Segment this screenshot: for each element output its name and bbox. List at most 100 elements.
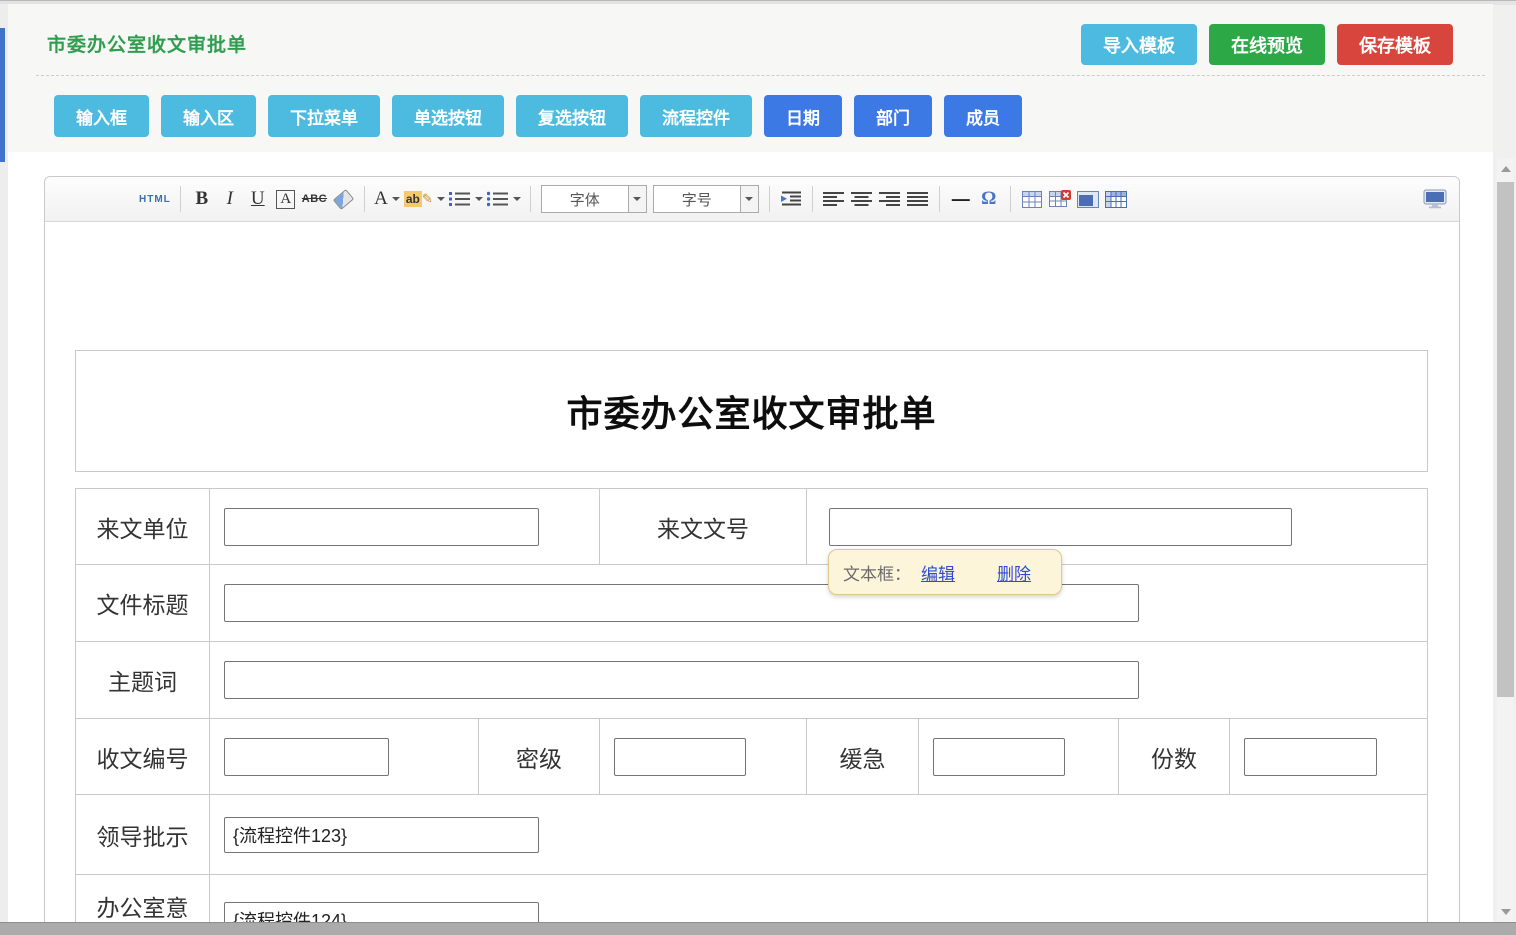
align-center-button[interactable] — [850, 185, 874, 213]
unordered-list-button[interactable] — [487, 185, 521, 213]
import-template-button[interactable]: 导入模板 — [1081, 24, 1197, 65]
save-template-button[interactable]: 保存模板 — [1337, 24, 1453, 65]
table-cell — [209, 719, 478, 794]
align-left-icon — [823, 191, 845, 207]
ordered-list-icon — [449, 191, 471, 207]
incoming-doc-number-label: 来文文号 — [599, 489, 806, 564]
table-icon — [1022, 191, 1042, 208]
widget-date-button[interactable]: 日期 — [764, 95, 842, 137]
table-cell-icon — [1077, 191, 1099, 208]
align-justify-button[interactable] — [906, 185, 930, 213]
table-cell-properties-button[interactable] — [1076, 185, 1100, 213]
boxed-a-button[interactable]: A — [274, 185, 298, 213]
table-row: 收文编号 密级 缓急 份数 — [76, 718, 1427, 794]
urgency-input[interactable] — [933, 738, 1065, 776]
security-level-input[interactable] — [614, 738, 746, 776]
header: 市委办公室收文审批单 导入模板 在线预览 保存模板 输入框 输入区 下拉菜单 单… — [8, 4, 1493, 152]
ordered-list-button[interactable] — [449, 185, 483, 213]
edit-link[interactable]: 编辑 — [921, 560, 955, 585]
window-bottom-bar — [0, 922, 1516, 935]
align-center-icon — [851, 191, 873, 207]
table-cell — [1229, 719, 1425, 794]
scrollbar-thumb[interactable] — [1497, 182, 1514, 697]
highlight-color-button[interactable]: ab✎ — [404, 185, 445, 213]
main-panel: HTML B I U A ABC A ab✎ — [8, 152, 1493, 922]
font-family-select[interactable]: 字体 — [541, 185, 647, 213]
toolbar-separator — [812, 186, 813, 212]
underline-button[interactable]: U — [246, 185, 270, 213]
table-row: 来文单位 来文文号 — [76, 489, 1427, 564]
table-cell — [209, 642, 1425, 718]
vertical-scrollbar[interactable] — [1497, 158, 1514, 922]
incoming-unit-input[interactable] — [224, 508, 539, 546]
pencil-icon: ✎ — [422, 191, 433, 207]
strikethrough-button[interactable]: ABC — [302, 185, 327, 213]
background-window-sliver — [0, 28, 5, 162]
toolbar-separator — [180, 186, 181, 212]
font-family-arrow-button[interactable] — [628, 186, 646, 212]
align-right-button[interactable] — [878, 185, 902, 213]
table-row: 领导批示 — [76, 794, 1427, 874]
chevron-down-icon — [745, 197, 753, 201]
online-preview-button[interactable]: 在线预览 — [1209, 24, 1325, 65]
widget-input-box-button[interactable]: 输入框 — [54, 95, 149, 137]
align-justify-icon — [907, 191, 929, 207]
highlight-icon: ab — [404, 191, 422, 207]
scrollbar-up-button[interactable] — [1497, 160, 1514, 177]
header-actions: 导入模板 在线预览 保存模板 — [1081, 24, 1453, 65]
arrow-down-icon — [1501, 909, 1511, 915]
font-size-select[interactable]: 字号 — [653, 185, 759, 213]
chevron-down-icon — [513, 197, 521, 201]
leader-instructions-input[interactable] — [224, 817, 539, 853]
special-char-button[interactable]: Ω — [977, 185, 1001, 213]
copies-input[interactable] — [1244, 738, 1377, 776]
widget-member-button[interactable]: 成员 — [944, 95, 1022, 137]
widget-radio-button[interactable]: 单选按钮 — [392, 95, 504, 137]
table-delete-icon — [1049, 190, 1071, 208]
toolbar-separator — [530, 186, 531, 212]
receipt-number-label: 收文编号 — [76, 719, 209, 794]
app-window: 市委办公室收文审批单 导入模板 在线预览 保存模板 输入框 输入区 下拉菜单 单… — [0, 0, 1516, 935]
monitor-icon — [1423, 189, 1447, 209]
dashed-separator — [36, 75, 1485, 76]
form-table: 来文单位 来文文号 文件标题 — [75, 488, 1428, 935]
font-color-button[interactable]: A — [374, 185, 400, 213]
font-size-value: 字号 — [654, 186, 740, 212]
indent-button[interactable] — [779, 185, 803, 213]
delete-table-button[interactable] — [1048, 185, 1072, 213]
widget-toolbar: 输入框 输入区 下拉菜单 单选按钮 复选按钮 流程控件 日期 部门 成员 — [54, 95, 1022, 137]
document-title: 市委办公室收文审批单 — [566, 385, 936, 437]
subject-words-label: 主题词 — [76, 642, 209, 718]
chevron-down-icon — [437, 197, 445, 201]
incoming-unit-label: 来文单位 — [76, 489, 209, 564]
italic-button[interactable]: I — [218, 185, 242, 213]
table-cell — [918, 719, 1118, 794]
widget-department-button[interactable]: 部门 — [854, 95, 932, 137]
horizontal-rule-button[interactable]: — — [949, 185, 973, 213]
scrollbar-down-button[interactable] — [1497, 903, 1514, 920]
html-source-button[interactable]: HTML — [139, 185, 171, 213]
widget-flow-control-button[interactable]: 流程控件 — [640, 95, 752, 137]
table-grid-button[interactable] — [1104, 185, 1128, 213]
remove-format-button[interactable] — [331, 185, 355, 213]
align-left-button[interactable] — [822, 185, 846, 213]
table-cell — [209, 489, 599, 564]
bold-button[interactable]: B — [190, 185, 214, 213]
fullscreen-button[interactable] — [1423, 185, 1447, 213]
font-size-arrow-button[interactable] — [740, 186, 758, 212]
arrow-up-icon — [1501, 166, 1511, 172]
table-cell — [209, 565, 1425, 641]
receipt-number-input[interactable] — [224, 738, 389, 776]
subject-words-input[interactable] — [224, 661, 1139, 699]
chevron-down-icon — [633, 197, 641, 201]
insert-table-button[interactable] — [1020, 185, 1044, 213]
strikethrough-icon: ABC — [302, 193, 327, 205]
widget-dropdown-button[interactable]: 下拉菜单 — [268, 95, 380, 137]
tooltip-label: 文本框： — [843, 560, 911, 585]
delete-link[interactable]: 删除 — [997, 560, 1031, 585]
editor-toolbar: HTML B I U A ABC A ab✎ — [45, 177, 1459, 222]
chevron-down-icon — [475, 197, 483, 201]
widget-textarea-button[interactable]: 输入区 — [161, 95, 256, 137]
incoming-doc-number-input[interactable] — [829, 508, 1292, 546]
widget-checkbox-button[interactable]: 复选按钮 — [516, 95, 628, 137]
